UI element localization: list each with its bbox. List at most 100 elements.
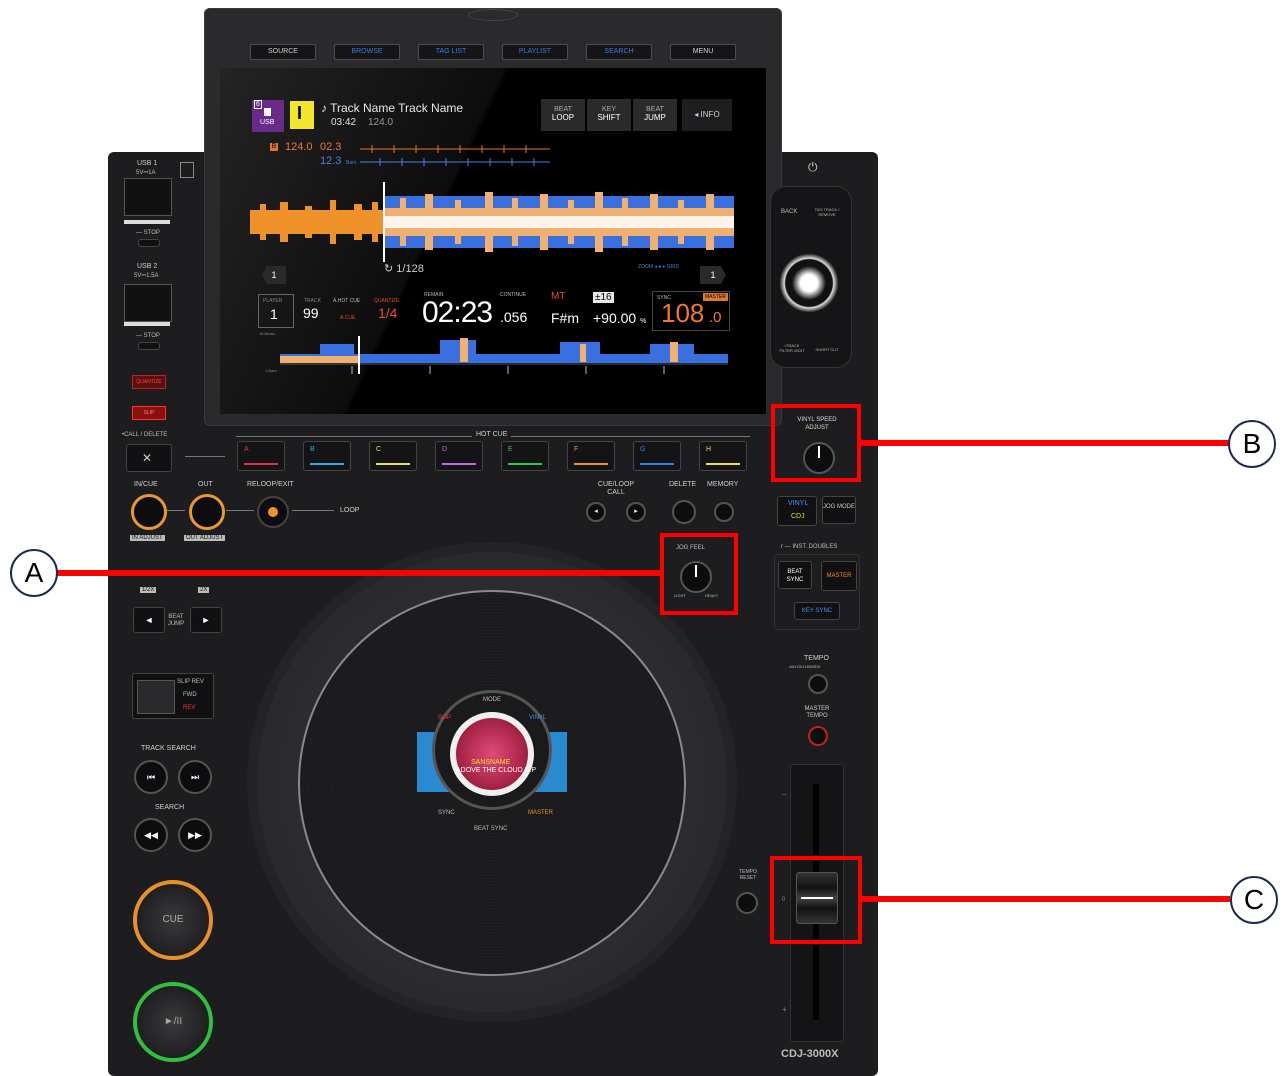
key-sync-button[interactable]: KEY SYNC: [794, 602, 840, 620]
hot-cue-b[interactable]: B: [303, 441, 351, 471]
tag-list-button[interactable]: TAG LIST: [418, 44, 484, 60]
loop-link-1: [167, 510, 185, 511]
jog-sync-label: SYNC: [438, 810, 455, 816]
usb-icon: [264, 108, 271, 116]
track-type-icon: I: [290, 101, 314, 129]
direction-lever[interactable]: SLIP REV FWD REV: [132, 673, 214, 719]
tag-track-label[interactable]: TAG TRACK / REMOVE: [813, 207, 841, 217]
time-main: 02:23: [422, 296, 493, 329]
loop-link-3: [292, 510, 334, 511]
cue-call-forward-button[interactable]: ▸: [626, 502, 646, 522]
cdj-mode-label: CDJ: [791, 513, 805, 520]
deck-a-bars: 12.3: [320, 155, 342, 167]
master-button[interactable]: MASTER: [821, 561, 857, 591]
track-number: 99: [303, 305, 319, 321]
short-cut-label[interactable]: SHORT CUT: [813, 347, 841, 352]
phase-meter: [360, 145, 550, 166]
direction-lever-handle[interactable]: [137, 680, 175, 714]
usb2-stop-button[interactable]: [138, 342, 160, 350]
overview-waveform: [280, 336, 728, 374]
cue-button[interactable]: CUE: [133, 880, 213, 960]
beat-jump-forward-button[interactable]: ►: [190, 607, 222, 633]
hot-cue-a[interactable]: A: [237, 441, 285, 471]
beat-sync-button[interactable]: BEAT SYNC: [778, 561, 812, 589]
bars-unit: Bars: [346, 160, 357, 166]
jog-slip-label: SLIP: [438, 715, 452, 721]
jog-artwork: [450, 712, 534, 796]
key-display: F#m: [551, 310, 579, 326]
master-tempo-button[interactable]: [808, 726, 828, 746]
loop-label: LOOP: [340, 507, 360, 514]
track-search-back-button[interactable]: ⏮: [134, 760, 168, 794]
usb1-port[interactable]: [124, 178, 172, 216]
deck-b-bars: 02.3: [320, 141, 342, 153]
beat-loop-line1: BEAT: [554, 106, 572, 113]
usb2-label: USB 2: [137, 263, 158, 270]
left-hotcue-nav[interactable]: 1: [262, 266, 286, 284]
sd-card-icon: [180, 162, 194, 178]
vinyl-cdj-button[interactable]: VINYL CDJ: [777, 496, 817, 526]
reloop-exit-button[interactable]: [257, 496, 289, 528]
playlist-button[interactable]: PLAYLIST: [502, 44, 568, 60]
back-label[interactable]: BACK: [781, 209, 797, 215]
browse-button[interactable]: BROWSE: [334, 44, 400, 60]
jog-vinyl-label: VINYL: [529, 715, 547, 721]
rotary-selector[interactable]: [779, 253, 839, 313]
out-button[interactable]: [189, 494, 225, 530]
search-back-button[interactable]: ◀◀: [134, 818, 168, 852]
hot-cue-c[interactable]: C: [369, 441, 417, 471]
call-delete-button[interactable]: ✕: [126, 444, 172, 472]
info-button[interactable]: ◂ INFO: [682, 99, 732, 131]
model-name: CDJ-3000X: [781, 1048, 839, 1060]
tempo-plus: +: [782, 1005, 787, 1014]
track-filter-label[interactable]: •TRACK FILTER •EDIT: [778, 343, 806, 353]
jog-mode-button[interactable]: JOG MODE: [822, 496, 856, 524]
beat-loop-button[interactable]: BEAT LOOP: [541, 99, 585, 131]
usb1-stop-label: — STOP: [136, 230, 160, 236]
search-button[interactable]: SEARCH: [586, 44, 652, 60]
key-shift-button[interactable]: KEY SHIFT: [587, 99, 631, 131]
tempo-range: ±16: [593, 292, 614, 303]
usb2-port[interactable]: [124, 284, 172, 322]
power-icon[interactable]: ⏻: [808, 160, 818, 175]
beat-jump-screen-button[interactable]: BEAT JUMP: [633, 99, 677, 131]
in-cue-button[interactable]: [131, 494, 167, 530]
arrow-right-icon: ►: [201, 615, 211, 625]
cue-call-back-button[interactable]: ◂: [586, 502, 606, 522]
right-hotcue-nav[interactable]: 1: [700, 266, 726, 284]
beat-jump-back-button[interactable]: ◄: [133, 607, 165, 633]
track-bpm: 124.0: [368, 117, 394, 128]
auto-hot-cue-label: A.HOT CUE: [333, 298, 361, 304]
hot-cue-g[interactable]: G: [633, 441, 681, 471]
menu-button[interactable]: MENU: [670, 44, 736, 60]
jog-mode-label: MODE: [483, 697, 501, 703]
source-label: USB: [260, 119, 275, 126]
deck-b-bpm: 124.0: [285, 141, 313, 153]
main-waveform: [250, 182, 734, 262]
usb1-stop-button[interactable]: [138, 239, 160, 247]
hot-cue-e[interactable]: E: [501, 441, 549, 471]
track-search-forward-button[interactable]: ⏭: [178, 760, 212, 794]
zoom-grid-label[interactable]: ZOOM ◂ ● ▸ GRID: [638, 264, 679, 270]
hot-cue-d[interactable]: D: [435, 441, 483, 471]
jog-master-label: MASTER: [528, 810, 554, 816]
player-label: PLAYER: [263, 298, 283, 304]
delete-button[interactable]: [672, 500, 696, 524]
slip-button[interactable]: SLIP: [132, 406, 166, 420]
deck-badge: B: [270, 143, 278, 151]
hot-cue-h[interactable]: H: [699, 441, 747, 471]
skip-back-icon: ⏮: [146, 772, 156, 782]
tempo-range-button[interactable]: [808, 674, 828, 694]
source-badge: 6 USB: [252, 100, 284, 132]
rewind-icon: ◀◀: [144, 830, 158, 840]
player-number: 1: [270, 306, 278, 322]
play-pause-button[interactable]: ►/II: [133, 982, 213, 1062]
tempo-reset-button[interactable]: [736, 892, 758, 914]
search-forward-button[interactable]: ▶▶: [178, 818, 212, 852]
memory-button[interactable]: [714, 502, 734, 522]
source-button[interactable]: SOURCE: [250, 44, 316, 60]
vinyl-mode-label: VINYL: [788, 500, 809, 507]
hot-cue-f[interactable]: F: [567, 441, 615, 471]
quantize-button[interactable]: QUANTIZE: [132, 375, 166, 389]
call-delete-label: •CALL / DELETE: [122, 432, 168, 438]
